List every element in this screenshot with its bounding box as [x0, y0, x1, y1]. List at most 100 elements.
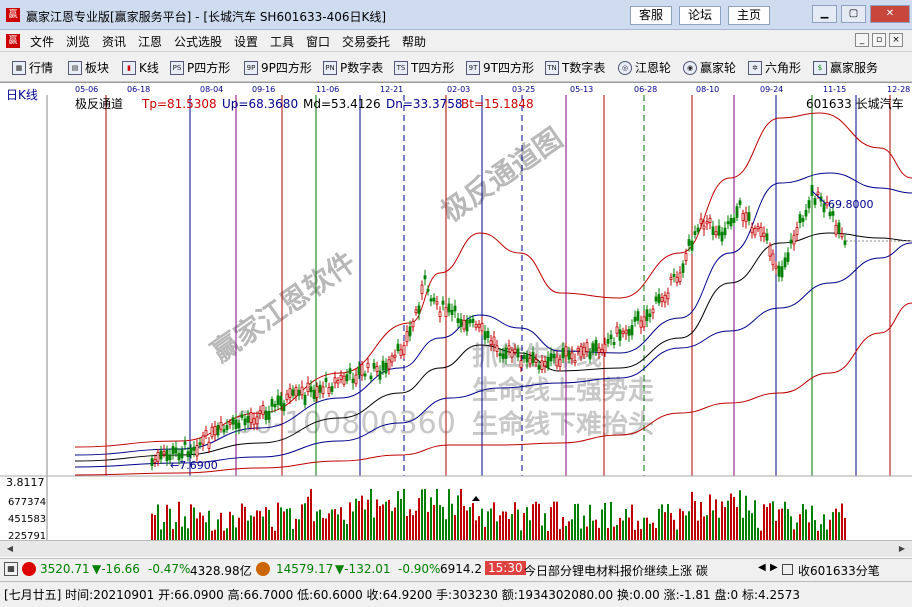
menu-help[interactable]: 帮助: [402, 33, 426, 50]
candle-body: [633, 316, 637, 322]
date-tick: 09-24: [760, 85, 783, 94]
volume-bar: [373, 517, 375, 541]
kline-chart-svg[interactable]: 赢家江恩软件极反通道图00-100800360抓住生命线生命线上强势走生命线下难…: [0, 83, 912, 542]
mdi-close-icon[interactable]: ×: [889, 33, 903, 47]
minimize-icon[interactable]: ▁: [812, 5, 837, 23]
candle-body: [429, 298, 433, 302]
date-tick: 05-13: [570, 85, 593, 94]
news-next-icon[interactable]: ▶: [770, 562, 778, 573]
candle-body: [657, 294, 661, 304]
toolbar-winner-wheel-button[interactable]: ◉ 赢家轮: [683, 59, 736, 76]
menu-settings[interactable]: 设置: [234, 33, 258, 50]
menu-formula-select[interactable]: 公式选股: [174, 33, 222, 50]
homepage-button[interactable]: 主页: [728, 6, 771, 25]
volume-bar: [538, 503, 540, 541]
candle-body: [609, 334, 613, 340]
kline-chart-area[interactable]: 赢家江恩软件 极反通道图 00-100800360 抓住生命线 生命线上强势走 生命线下难…: [0, 82, 912, 558]
volume-bar: [778, 509, 780, 541]
toolbar-sector-button[interactable]: ▤ 板块: [68, 59, 109, 76]
menu-browse[interactable]: 浏览: [66, 33, 90, 50]
candle-body: [645, 309, 649, 321]
candle-body: [153, 459, 157, 463]
volume-bar: [469, 507, 471, 541]
menu-gann[interactable]: 江恩: [138, 33, 162, 50]
volume-bar: [340, 507, 342, 541]
volume-bar: [481, 508, 483, 541]
restore-icon[interactable]: ▢: [841, 5, 866, 23]
candle-body: [654, 296, 658, 302]
volume-bar: [604, 502, 606, 541]
candle-body: [702, 225, 706, 230]
toolbar-gann-wheel-button[interactable]: ◎ 江恩轮: [618, 59, 671, 76]
volume-bar: [745, 495, 747, 541]
volume-bar: [154, 514, 156, 541]
date-tick: 11-15: [823, 85, 846, 94]
candle-body: [456, 318, 460, 323]
close-icon[interactable]: ✕: [870, 5, 910, 23]
toolbar-quote-button[interactable]: ▦ 行情: [12, 59, 53, 76]
candle-body: [471, 318, 475, 323]
scroll-left-icon[interactable]: ◀: [2, 542, 18, 556]
volume-bar: [316, 511, 318, 541]
checkbox-icon[interactable]: [782, 564, 793, 575]
candle-body: [804, 209, 808, 217]
candle-body: [690, 240, 694, 251]
candle-body: [477, 323, 481, 328]
candle-body: [798, 214, 802, 223]
volume-bar: [574, 503, 576, 541]
9p-square-icon: 9P: [244, 60, 258, 75]
candle-body: [255, 416, 259, 425]
candle-body: [180, 449, 184, 459]
toolbar-p-number-button[interactable]: PN P数字表: [323, 59, 383, 76]
volume-bar: [565, 526, 567, 541]
menu-file[interactable]: 文件: [30, 33, 54, 50]
menu-info[interactable]: 资讯: [102, 33, 126, 50]
toolbar-hexagon-button[interactable]: ✲ 六角形: [748, 59, 801, 76]
candle-body: [414, 309, 418, 314]
mdi-minimize-icon[interactable]: _: [855, 33, 869, 47]
candle-body: [762, 232, 766, 238]
candle-body: [492, 336, 496, 346]
toolbar-9p-square-button[interactable]: 9P 9P四方形: [244, 59, 312, 76]
candle-body: [699, 218, 703, 224]
candle-body: [426, 288, 430, 292]
news-ticker[interactable]: 今日部分锂电材料报价继续上涨 碳: [524, 562, 754, 579]
scroll-right-icon[interactable]: ▶: [894, 542, 910, 556]
param-md: Md=53.4126: [303, 97, 381, 111]
candle-body: [387, 359, 391, 370]
toolbar-9t-square-button[interactable]: 9T 9T四方形: [466, 59, 534, 76]
volume-bar: [430, 497, 432, 541]
news-prev-icon[interactable]: ◀: [758, 562, 766, 573]
volume-bar: [670, 513, 672, 541]
candle-body: [612, 342, 616, 345]
toolbar-t-number-button[interactable]: TN T数字表: [545, 59, 605, 76]
menu-trade[interactable]: 交易委托: [342, 33, 390, 50]
candle-body: [729, 218, 733, 227]
volume-bar: [253, 516, 255, 541]
candle-body: [756, 225, 760, 230]
volume-bar: [307, 496, 309, 541]
candle-body: [384, 362, 388, 374]
toolbar-p-square-button[interactable]: PS P四方形: [170, 59, 230, 76]
menu-window[interactable]: 窗口: [306, 33, 330, 50]
candle-body: [303, 394, 307, 405]
forum-button[interactable]: 论坛: [679, 6, 722, 25]
volume-bar: [652, 522, 654, 541]
volume-bar: [196, 518, 198, 541]
horizontal-scrollbar[interactable]: ◀ ▶: [0, 540, 912, 557]
volume-bar: [334, 509, 336, 541]
volume-bar: [769, 503, 771, 541]
menu-tools[interactable]: 工具: [270, 33, 294, 50]
volume-bar: [385, 501, 387, 541]
tick-detail-label[interactable]: 收601633分笔: [798, 562, 880, 579]
index-grid-icon[interactable]: ▦: [4, 562, 18, 576]
mdi-restore-icon[interactable]: ▫: [872, 33, 886, 47]
candle-body: [558, 359, 562, 367]
watermark-slogan-1: 抓住生命线: [472, 341, 602, 372]
toolbar-kline-button[interactable]: ▮ K线: [122, 59, 159, 76]
volume-bar: [295, 518, 297, 541]
toolbar-t-square-button[interactable]: TS T四方形: [394, 59, 454, 76]
customer-service-button[interactable]: 客服: [630, 6, 673, 25]
sh-index-amount: 4328.98亿: [190, 564, 252, 578]
toolbar-service-button[interactable]: $ 赢家服务: [813, 59, 878, 76]
